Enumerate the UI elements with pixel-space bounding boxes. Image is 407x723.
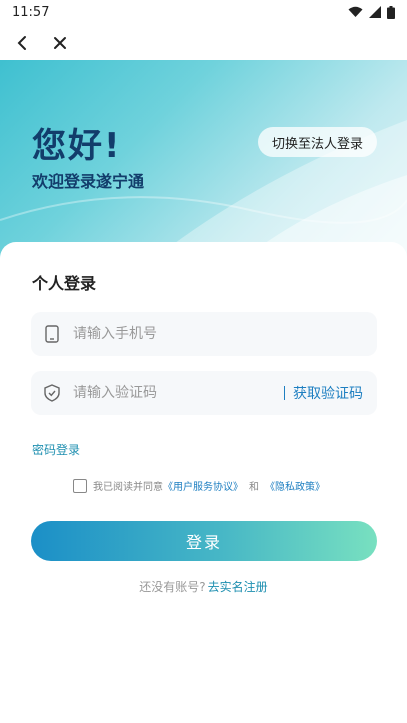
close-button[interactable]: [50, 33, 70, 53]
agreement-row: 我已阅读并同意 《用户服务协议》 和 《隐私政策》: [73, 478, 325, 493]
get-code-label: 获取验证码: [293, 386, 363, 402]
section-title: 个人登录: [32, 274, 97, 293]
login-button[interactable]: 登录: [31, 521, 377, 561]
privacy-policy-link[interactable]: 《隐私政策》: [265, 478, 325, 493]
hero-banner: 您好! 欢迎登录遂宁通 切换至法人登录: [0, 60, 407, 270]
status-icons: [348, 5, 395, 19]
code-input[interactable]: [71, 384, 284, 402]
agreement-checkbox[interactable]: [73, 478, 87, 493]
status-time: 11:57: [12, 4, 50, 20]
wifi-icon: [348, 6, 363, 17]
divider: [284, 386, 285, 400]
phone-icon: [43, 325, 61, 343]
shield-check-icon: [43, 384, 61, 402]
phone-field: [31, 312, 377, 356]
signal-icon: [369, 6, 381, 18]
chevron-left-icon: [17, 36, 26, 50]
status-bar: 11:57: [0, 0, 407, 24]
service-agreement-link[interactable]: 《用户服务协议》: [163, 478, 243, 493]
battery-icon: [387, 5, 395, 19]
register-link[interactable]: 去实名注册: [208, 580, 268, 594]
password-login-link[interactable]: 密码登录: [32, 441, 80, 458]
agreement-and: 和: [249, 482, 259, 493]
back-button[interactable]: [12, 33, 32, 53]
nav-bar: [0, 26, 407, 60]
agreement-prefix: 我已阅读并同意: [93, 482, 163, 493]
get-code-button[interactable]: 获取验证码: [284, 383, 377, 403]
register-prompt: 还没有账号?: [139, 580, 206, 594]
close-icon: [54, 37, 66, 49]
register-row: 还没有账号? 去实名注册: [0, 578, 407, 595]
code-field: 获取验证码: [31, 371, 377, 415]
hero-title: 您好!: [32, 126, 122, 166]
hero-subtitle: 欢迎登录遂宁通: [32, 172, 145, 191]
phone-input[interactable]: [71, 325, 377, 343]
switch-to-corporate-login-button[interactable]: 切换至法人登录: [257, 127, 377, 157]
login-card: 个人登录 获取验证码 密码登录 我已阅读并同意 《用户服务协议》 和 《隐私政策…: [0, 242, 407, 723]
